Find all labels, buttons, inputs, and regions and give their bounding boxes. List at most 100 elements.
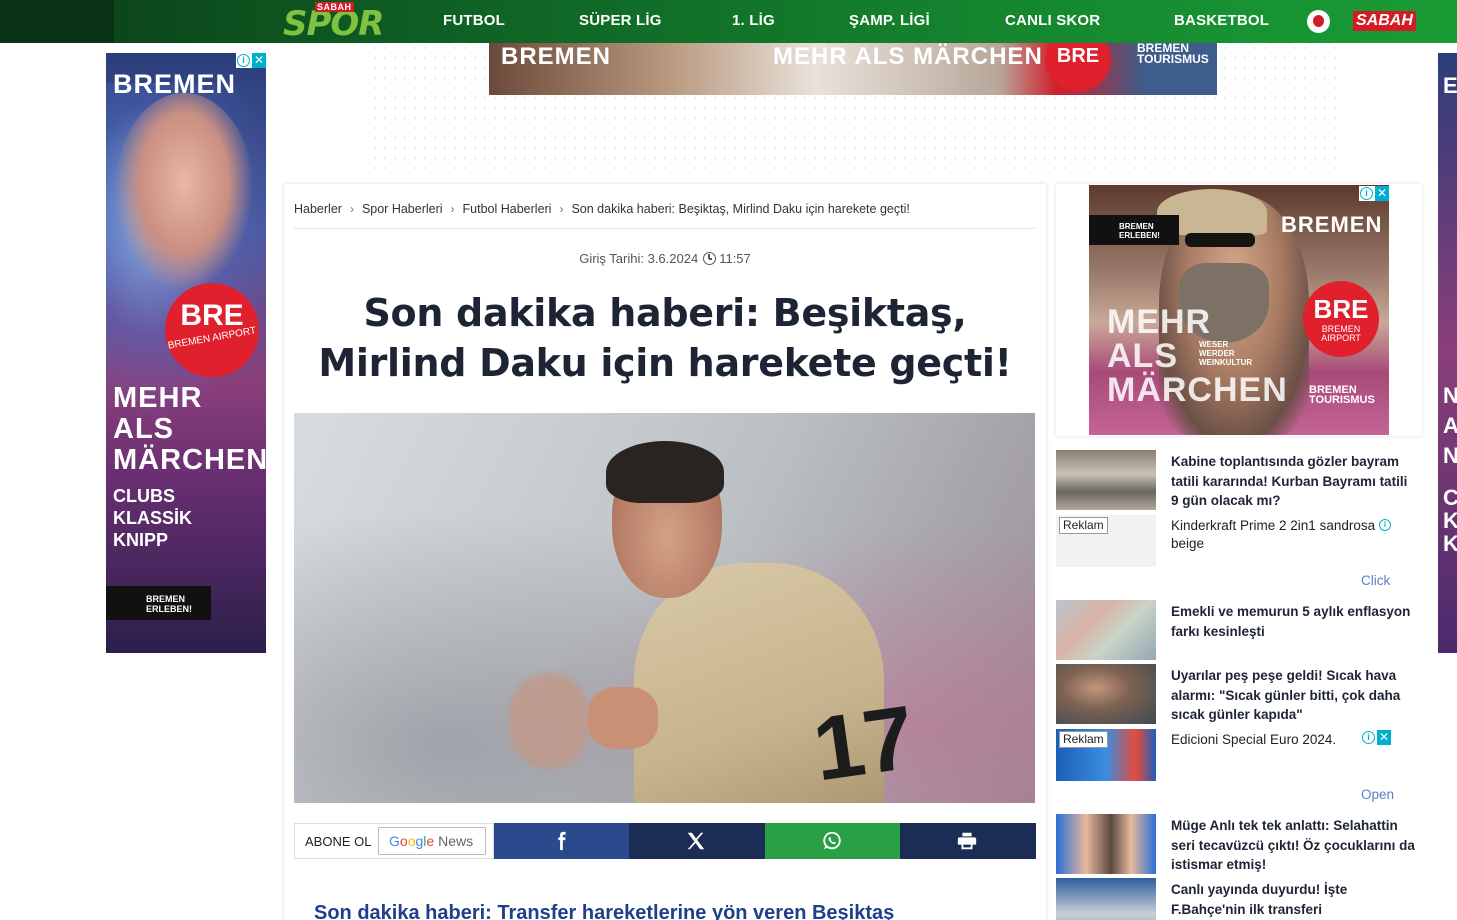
print-button[interactable] [900,823,1036,859]
sponsored-cta[interactable]: Open [1361,787,1394,802]
logo-sabah-text: SABAH [315,2,354,12]
ad-info-icon[interactable]: i [237,54,250,67]
sidebar-news-item[interactable]: Emekli ve memurun 5 aylık enflasyon fark… [1056,600,1422,660]
nav-1-lig[interactable]: 1. LİG [732,12,775,29]
reklam-label: Reklam [1059,517,1108,534]
nav-canli-skor[interactable]: CANLI SKOR [1005,12,1100,29]
sidebar-news-item[interactable]: Uyarılar peş peşe geldi! Sıcak hava alar… [1056,664,1422,726]
publish-date: Giriş Tarihi: 3.6.2024 [579,251,699,266]
edge-letter: N [1443,443,1457,468]
chevron-right-icon: › [450,202,455,216]
side-ad-erleben: BREMEN ERLEBEN! [1089,215,1179,245]
hero-player-fist [588,687,658,749]
facebook-icon [558,831,566,851]
ad-glasses-art [1185,233,1255,247]
chevron-right-icon: › [349,202,354,216]
top-banner-ad[interactable]: BREMEN MEHR ALS MÄRCHEN BRE BREMEN TOURI… [489,43,1217,95]
top-ad-tourismus: BREMEN TOURISMUS [1137,43,1209,66]
top-navbar: SPOR SABAH FUTBOL SÜPER LİG 1. LİG ŞAMP.… [0,0,1457,43]
news-title[interactable]: Emekli ve memurun 5 aylık enflasyon fark… [1171,602,1416,641]
breadcrumb-haberler[interactable]: Haberler [294,202,342,216]
side-ad-choices[interactable]: i ✕ [1359,186,1389,201]
nav-futbol[interactable]: FUTBOL [443,12,505,29]
sidebar-sponsored-item[interactable]: Reklam Kinderkraft Prime 2 2in1 sandrosa… [1056,515,1422,595]
x-icon [687,832,705,850]
sidebar-banner-ad[interactable]: BREMEN ERLEBEN! BREMEN BRE BREMEN AIRPOR… [1089,185,1389,435]
publish-time: 11:57 [719,251,751,266]
article-body-start[interactable]: Son dakika haberi: Transfer hareketlerin… [314,902,1004,920]
share-whatsapp-button[interactable] [765,823,901,859]
news-title[interactable]: Müge Anlı tek tek anlattı: Selahattin se… [1171,816,1416,875]
chevron-right-icon: › [559,202,564,216]
sidebar-news-item[interactable]: Müge Anlı tek tek anlattı: Selahattin se… [1056,814,1422,876]
ad-info-icon[interactable]: i [1379,519,1391,531]
article-hero-image[interactable]: 17 [294,413,1035,803]
side-ad-tourismus: BREMEN TOURISMUS [1309,384,1375,406]
news-thumbnail [1056,878,1156,920]
ad-close-icon[interactable]: ✕ [252,53,266,68]
sponsored-ad-choices[interactable]: i ✕ [1361,730,1391,745]
news-thumbnail [1056,600,1156,660]
edge-letter: A [1443,413,1457,438]
news-word: News [438,833,474,849]
sponsored-title[interactable]: Kinderkraft Prime 2 2in1 sandrosa beige [1171,517,1376,553]
team-badge-icon[interactable] [1307,10,1330,33]
hero-player-hair [606,441,724,503]
sponsored-title[interactable]: Edicioni Special Euro 2024. [1171,731,1376,749]
left-ad-choices[interactable]: i ✕ [236,53,266,68]
left-ad-badge: BRE BREMEN AIRPORT [165,283,259,377]
article-headline: Son dakika haberi: Beşiktaş, Mirlind Dak… [318,291,1012,385]
share-facebook-button[interactable] [494,823,630,859]
share-bar: ABONE OL Google News [294,823,1036,859]
share-x-button[interactable] [629,823,765,859]
top-ad-title: BREMEN [501,43,612,70]
news-title[interactable]: Canlı yayında duyurdu! İşte F.Bahçe'nin … [1171,880,1416,919]
breadcrumb-futbol-haberleri[interactable]: Futbol Haberleri [463,202,552,216]
print-icon [957,832,977,850]
ad-info-icon[interactable]: i [1362,731,1375,744]
breadcrumb: Haberler › Spor Haberleri › Futbol Haberleri… [294,202,1036,216]
sabah-brand-link[interactable]: SABAH [1353,11,1416,31]
left-ad-slogan: MEHR ALS MÄRCHEN [113,382,266,476]
nav-basketbol[interactable]: BASKETBOL [1174,12,1269,29]
nav-samp-ligi[interactable]: ŞAMP. LİGİ [849,12,930,29]
side-ad-wws: WESER WERDER WEINKULTUR [1199,340,1253,367]
sponsored-cta[interactable]: Click [1361,573,1390,588]
nav-super-lig[interactable]: SÜPER LİG [579,12,662,29]
breadcrumb-current: Son dakika haberi: Beşiktaş, Mirlind Dak… [571,202,910,216]
ad-info-icon[interactable]: i [1360,187,1373,200]
sidebar-sponsored-item[interactable]: Reklam Edicioni Special Euro 2024. i ✕ O… [1056,729,1422,809]
hero-bg-player [509,673,589,768]
google-news-button[interactable]: Google News [378,827,486,855]
sidebar-news-item[interactable]: Canlı yayında duyurdu! İşte F.Bahçe'nin … [1056,878,1422,920]
breadcrumb-spor-haberleri[interactable]: Spor Haberleri [362,202,443,216]
news-thumbnail [1056,814,1156,874]
news-thumbnail [1056,450,1156,510]
news-thumbnail [1056,664,1156,724]
left-skyscraper-ad[interactable]: BREMEN BRE BREMEN AIRPORT MEHR ALS MÄRCH… [106,53,266,653]
ad-close-icon[interactable]: ✕ [1377,730,1391,745]
navbar-left-shade [0,0,114,43]
news-title[interactable]: Kabine toplantısında gözler bayram tatil… [1171,452,1416,511]
edge-letter: K [1443,531,1457,556]
sidebar-news-item[interactable]: Kabine toplantısında gözler bayram tatil… [1056,450,1422,512]
side-ad-badge: BRE BREMEN AIRPORT [1303,281,1379,357]
ad-face-art [114,93,254,293]
hero-jersey-number: 17 [807,687,921,801]
ad-close-icon[interactable]: ✕ [1375,186,1389,201]
right-skyscraper-ad-edge[interactable]: E N A N C K K [1438,53,1457,653]
clock-icon [703,252,717,265]
sabah-spor-logo[interactable]: SPOR SABAH [283,2,384,42]
edge-letter: N [1443,383,1457,408]
sidebar-ad-card: BREMEN ERLEBEN! BREMEN BRE BREMEN AIRPOR… [1056,184,1422,436]
top-ad-badge: BRE [1045,43,1111,91]
news-title[interactable]: Uyarılar peş peşe geldi! Sıcak hava alar… [1171,666,1416,725]
left-ad-erleben: BREMEN ERLEBEN! [106,586,211,620]
left-ad-title: BREMEN [113,69,237,99]
google-letter: G [389,833,400,849]
left-ad-subtitle: CLUBS KLASSİK KNIPP [113,486,193,550]
subscribe-box: ABONE OL Google News [294,823,494,859]
breadcrumb-divider [294,228,1035,229]
whatsapp-icon [823,831,841,850]
google-letter: e [426,833,435,849]
